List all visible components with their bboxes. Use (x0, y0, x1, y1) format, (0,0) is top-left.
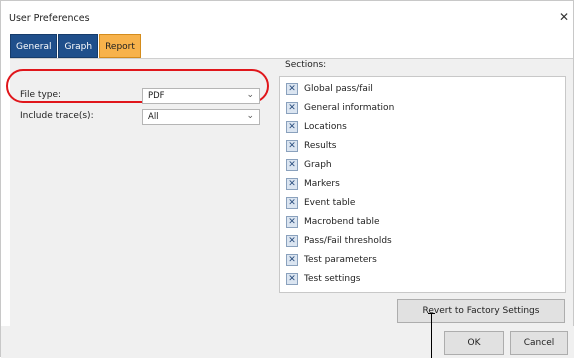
checkbox-checked-icon[interactable]: ✕ (286, 159, 298, 171)
chevron-down-icon: ⌄ (246, 111, 254, 121)
file-type-value: PDF (148, 91, 165, 101)
section-item-global-pass-fail[interactable]: ✕ Global pass/fail (286, 82, 373, 96)
section-item-general-information[interactable]: ✕ General information (286, 101, 394, 115)
section-label: Test settings (304, 274, 361, 284)
section-label: General information (304, 103, 395, 113)
text-cursor-cap (428, 313, 435, 314)
section-item-pass-fail-thresholds[interactable]: ✕ Pass/Fail thresholds (286, 234, 392, 248)
include-traces-label: Include trace(s): (20, 111, 94, 121)
sections-list: ✕ Global pass/fail ✕ General information… (279, 76, 566, 293)
checkbox-checked-icon[interactable]: ✕ (286, 254, 298, 266)
checkbox-checked-icon[interactable]: ✕ (286, 140, 298, 152)
revert-to-factory-settings-button[interactable]: Revert to Factory Settings (397, 299, 565, 323)
chevron-down-icon: ⌄ (246, 90, 254, 100)
section-item-results[interactable]: ✕ Results (286, 139, 337, 153)
tab-general[interactable]: General (10, 34, 58, 58)
section-label: Graph (304, 160, 332, 170)
section-item-event-table[interactable]: ✕ Event table (286, 196, 355, 210)
ok-button[interactable]: OK (444, 331, 504, 355)
include-traces-value: All (148, 112, 159, 122)
checkbox-checked-icon[interactable]: ✕ (286, 197, 298, 209)
checkbox-checked-icon[interactable]: ✕ (286, 102, 298, 114)
file-type-select[interactable]: PDF ⌄ (142, 88, 260, 104)
dialog-title: User Preferences (9, 13, 90, 24)
checkbox-checked-icon[interactable]: ✕ (286, 178, 298, 190)
checkbox-checked-icon[interactable]: ✕ (286, 121, 298, 133)
section-label: Global pass/fail (304, 84, 373, 94)
section-label: Macrobend table (304, 217, 380, 227)
tab-bar: General Graph Report (10, 34, 142, 58)
tab-report[interactable]: Report (99, 34, 141, 58)
tab-graph[interactable]: Graph (58, 34, 99, 58)
include-traces-select[interactable]: All ⌄ (142, 109, 260, 125)
checkbox-checked-icon[interactable]: ✕ (286, 235, 298, 247)
sections-label: Sections: (285, 60, 327, 70)
checkbox-checked-icon[interactable]: ✕ (286, 273, 298, 285)
close-icon[interactable]: ✕ (559, 10, 569, 24)
dialog-footer: OK Cancel (1, 326, 574, 358)
section-label: Event table (304, 198, 356, 208)
section-label: Locations (304, 122, 347, 132)
section-item-macrobend-table[interactable]: ✕ Macrobend table (286, 215, 380, 229)
checkbox-checked-icon[interactable]: ✕ (286, 83, 298, 95)
section-label: Test parameters (304, 255, 377, 265)
section-item-test-parameters[interactable]: ✕ Test parameters (286, 253, 377, 267)
user-preferences-dialog: User Preferences ✕ General Graph Report … (0, 0, 574, 358)
text-cursor-icon (431, 313, 432, 358)
checkbox-checked-icon[interactable]: ✕ (286, 216, 298, 228)
section-label: Pass/Fail thresholds (304, 236, 392, 246)
cancel-button[interactable]: Cancel (510, 331, 568, 355)
section-label: Results (304, 141, 337, 151)
file-type-label: File type: (20, 90, 62, 100)
section-item-graph[interactable]: ✕ Graph (286, 158, 332, 172)
section-item-markers[interactable]: ✕ Markers (286, 177, 340, 191)
section-label: Markers (304, 179, 340, 189)
section-item-test-settings[interactable]: ✕ Test settings (286, 272, 360, 286)
section-item-locations[interactable]: ✕ Locations (286, 120, 347, 134)
